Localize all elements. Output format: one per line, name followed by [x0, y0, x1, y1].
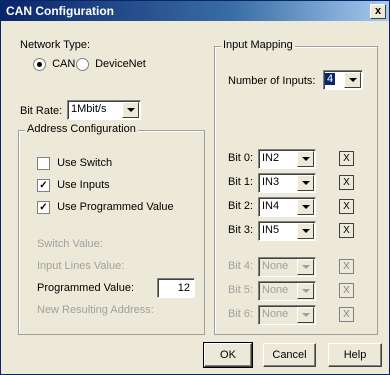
bit-4-clear-button[interactable]: X	[339, 259, 354, 274]
bit-1-label: Bit 1:	[228, 176, 254, 188]
bit-0-clear-button[interactable]: X	[339, 151, 354, 166]
bit-6-select[interactable]: None	[258, 305, 316, 325]
cancel-button[interactable]: Cancel	[263, 343, 316, 367]
bit-0-value: IN2	[262, 152, 280, 164]
title-bar: CAN Configuration x	[1, 1, 389, 21]
new-address-label: New Resulting Address:	[37, 304, 154, 316]
network-type-label: Network Type:	[20, 39, 91, 51]
input-mapping-title: Input Mapping	[221, 39, 295, 51]
bit-5-label: Bit 5:	[228, 284, 254, 296]
number-of-inputs-select[interactable]: 4	[323, 70, 363, 90]
bit-rate-value: 1Mbit/s	[71, 103, 107, 115]
bit-rate-select[interactable]: 1Mbit/s	[67, 100, 141, 120]
use-switch-label: Use Switch	[57, 157, 113, 170]
chevron-down-icon[interactable]	[297, 283, 314, 299]
address-config-title: Address Configuration	[25, 123, 138, 135]
bit-4-value: None	[262, 260, 289, 272]
bit-1-select[interactable]: IN3	[258, 173, 316, 193]
radio-devicenet-indicator	[76, 58, 89, 71]
bit-3-label: Bit 3:	[228, 224, 254, 236]
use-programmed-label: Use Programmed Value	[57, 201, 174, 214]
bit-6-label: Bit 6:	[228, 308, 254, 320]
radio-can[interactable]: CAN	[33, 58, 75, 71]
window-title: CAN Configuration	[6, 4, 114, 18]
number-of-inputs-value: 4	[325, 73, 336, 85]
programmed-value-text: 12	[177, 282, 190, 294]
bit-2-select[interactable]: IN4	[258, 197, 316, 217]
input-mapping-group: Input Mapping Number of Inputs: 4 Bit 0:…	[214, 39, 378, 335]
chevron-down-icon[interactable]	[297, 151, 314, 167]
bit-4-select[interactable]: None	[258, 257, 316, 277]
bit-0-label: Bit 0:	[228, 152, 254, 164]
chevron-down-icon[interactable]	[297, 307, 314, 323]
radio-devicenet-label: DeviceNet	[95, 58, 146, 71]
input-lines-value-label: Input Lines Value:	[37, 260, 125, 272]
use-switch-checkbox[interactable]: Use Switch	[37, 157, 112, 170]
radio-devicenet[interactable]: DeviceNet	[76, 58, 146, 71]
bit-1-value: IN3	[262, 176, 280, 188]
radio-can-label: CAN	[52, 58, 76, 71]
number-of-inputs-label: Number of Inputs:	[228, 75, 316, 87]
use-programmed-box: ✓	[37, 201, 50, 214]
bit-rate-label: Bit Rate:	[20, 105, 63, 117]
bit-3-select[interactable]: IN5	[258, 221, 316, 241]
use-programmed-checkbox[interactable]: ✓ Use Programmed Value	[37, 201, 174, 214]
chevron-down-icon[interactable]	[297, 223, 314, 239]
bit-0-select[interactable]: IN2	[258, 149, 316, 169]
bit-2-value: IN4	[262, 200, 280, 212]
dialog-window: CAN Configuration x Network Type: CAN De…	[0, 0, 390, 375]
use-inputs-label: Use Inputs	[57, 179, 110, 192]
radio-can-indicator	[33, 58, 46, 71]
bit-5-value: None	[262, 284, 289, 296]
bit-5-select[interactable]: None	[258, 281, 316, 301]
bit-2-clear-button[interactable]: X	[339, 199, 354, 214]
help-button[interactable]: Help	[328, 343, 382, 367]
programmed-value-label: Programmed Value:	[37, 282, 135, 294]
bit-2-label: Bit 2:	[228, 200, 254, 212]
address-config-group: Address Configuration Use Switch ✓ Use I…	[18, 123, 205, 335]
bit-3-clear-button[interactable]: X	[339, 223, 354, 238]
use-inputs-box: ✓	[37, 179, 50, 192]
use-inputs-checkbox[interactable]: ✓ Use Inputs	[37, 179, 110, 192]
chevron-down-icon[interactable]	[122, 102, 139, 118]
ok-button[interactable]: OK	[203, 342, 253, 368]
bit-5-clear-button[interactable]: X	[339, 283, 354, 298]
bit-6-clear-button[interactable]: X	[339, 307, 354, 322]
chevron-down-icon[interactable]	[344, 72, 361, 88]
bit-4-label: Bit 4:	[228, 260, 254, 272]
chevron-down-icon[interactable]	[297, 259, 314, 275]
bit-3-value: IN5	[262, 224, 280, 236]
chevron-down-icon[interactable]	[297, 199, 314, 215]
chevron-down-icon[interactable]	[297, 175, 314, 191]
bit-1-clear-button[interactable]: X	[339, 175, 354, 190]
close-button[interactable]: x	[370, 4, 386, 19]
use-switch-box	[37, 157, 50, 170]
programmed-value-input[interactable]: 12	[157, 278, 195, 298]
switch-value-label: Switch Value:	[37, 238, 103, 250]
bit-6-value: None	[262, 308, 289, 320]
